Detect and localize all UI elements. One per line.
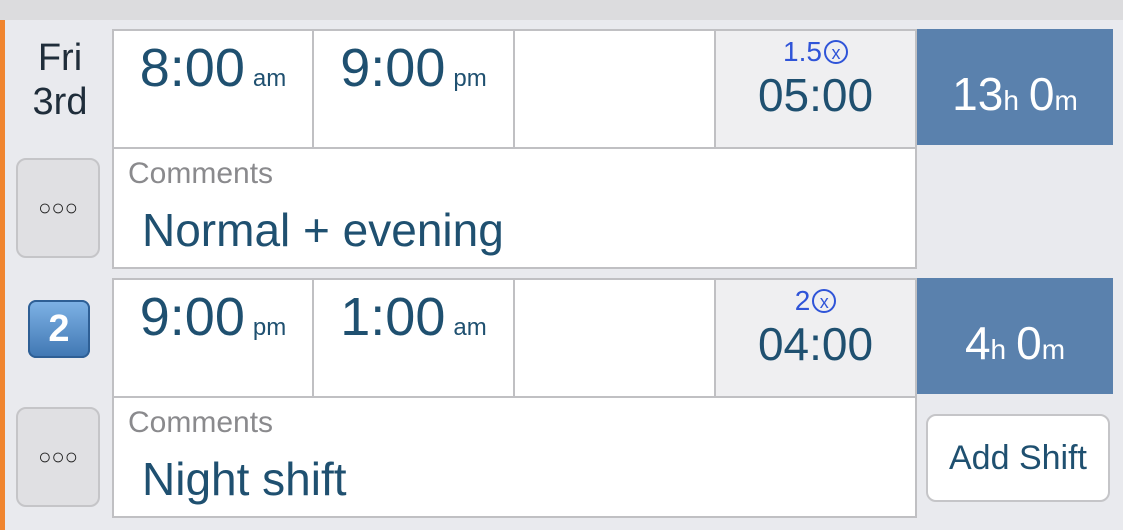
more-dots-icon: ○○○ [38,444,78,469]
shift-2-total: 4 h 0 m [917,278,1113,394]
comments-label: Comments [128,157,274,190]
shift-1-total: 13 h 0 m [917,29,1113,145]
shift-1-end-time[interactable]: 9:00 pm [312,29,515,149]
comment-text: Normal + evening [142,204,504,256]
start-time-value: 8:00 [139,38,245,98]
shift-2-end-time[interactable]: 1:00 am [312,278,515,398]
ot-remove-icon[interactable]: x [812,289,837,313]
shift-number-badge: 2 [28,300,90,358]
comments-label: Comments [128,406,274,439]
total-hours: 13 [952,68,1004,120]
start-time-value: 9:00 [139,287,245,347]
add-shift-button[interactable]: Add Shift [926,414,1110,502]
day-accent-stripe [0,20,5,530]
start-ampm: pm [252,314,287,341]
end-time-value: 9:00 [340,38,446,98]
ot-multiplier: 1.5 [783,36,822,67]
total-m-unit: m [1041,334,1066,365]
shift-2-start-time[interactable]: 9:00 pm [112,278,314,398]
ot-hours: 05:00 [757,69,874,121]
top-bar [0,0,1123,20]
end-time-value: 1:00 [340,287,446,347]
end-ampm: am [453,314,487,341]
total-h-unit: h [1003,85,1019,116]
ot-remove-icon[interactable]: x [823,40,848,64]
shift-2-break[interactable] [513,278,716,398]
total-m-unit: m [1054,85,1078,116]
total-h-unit: h [990,334,1007,365]
shift-2-comment-field[interactable]: Comments Night shift [112,396,917,518]
ot-hours: 04:00 [757,318,874,370]
total-minutes: 0 [1016,317,1042,369]
total-hours: 4 [964,317,991,369]
shift-1-start-time[interactable]: 8:00 am [112,29,314,149]
end-ampm: pm [453,65,487,92]
shift-1-overtime[interactable]: 1.5 x 05:00 [714,29,917,149]
start-ampm: am [252,65,287,92]
total-minutes: 0 [1028,68,1055,120]
shift-1-more-button[interactable]: ○○○ [16,158,100,258]
day-label: Fri 3rd [10,36,110,124]
day-weekday: Fri [37,37,83,79]
comment-text: Night shift [142,453,347,505]
day-date: 3rd [32,81,88,123]
shift-2-more-button[interactable]: ○○○ [16,407,100,507]
more-dots-icon: ○○○ [38,195,78,220]
shift-2-overtime[interactable]: 2 x 04:00 [714,278,917,398]
shift-1-break[interactable] [513,29,716,149]
shift-1-comment-field[interactable]: Comments Normal + evening [112,147,917,269]
ot-multiplier: 2 [794,285,811,316]
